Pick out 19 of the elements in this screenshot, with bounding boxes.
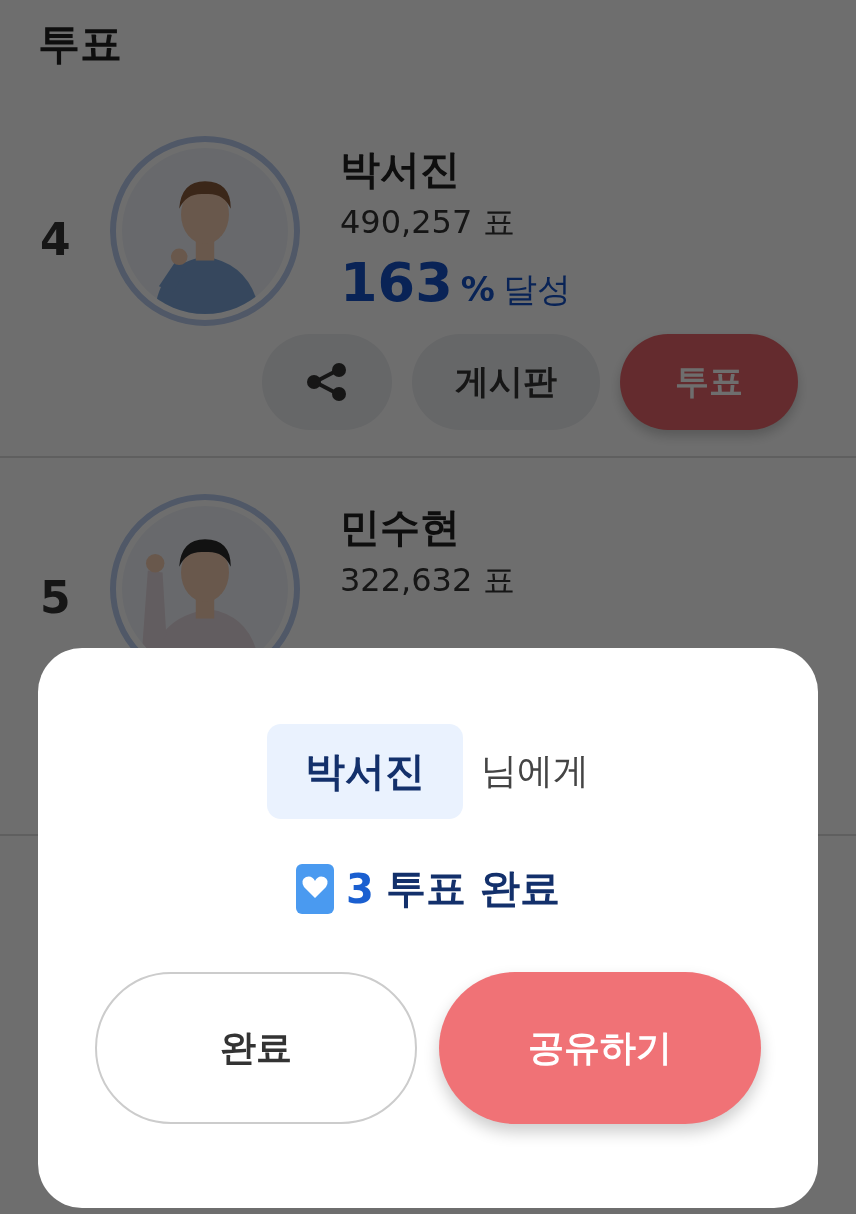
- candidate-name: 민수현: [340, 503, 461, 552]
- vote-amount: 3: [346, 865, 374, 912]
- share-button[interactable]: 공유하기: [439, 972, 761, 1124]
- achievement-percent: 163: [340, 251, 453, 314]
- page-title: 투표: [37, 18, 123, 70]
- rank-number: 5: [39, 570, 72, 623]
- vote-count: 490,257 표: [340, 202, 516, 243]
- recipient-suffix: 님에게: [481, 749, 589, 793]
- percent-sign: %: [460, 269, 495, 309]
- rank-number: 4: [39, 212, 72, 265]
- done-button[interactable]: 완료: [95, 972, 417, 1124]
- share-icon: [305, 363, 349, 401]
- vote-button[interactable]: 투표: [620, 334, 798, 430]
- completion-message: 투표 완료: [385, 864, 560, 913]
- recipient-name: 박서진: [267, 724, 463, 819]
- achievement-label: 달성: [502, 268, 571, 311]
- vote-count: 322,632 표: [340, 560, 515, 601]
- candidate-name: 박서진: [340, 145, 461, 194]
- board-button[interactable]: 게시판: [412, 334, 600, 430]
